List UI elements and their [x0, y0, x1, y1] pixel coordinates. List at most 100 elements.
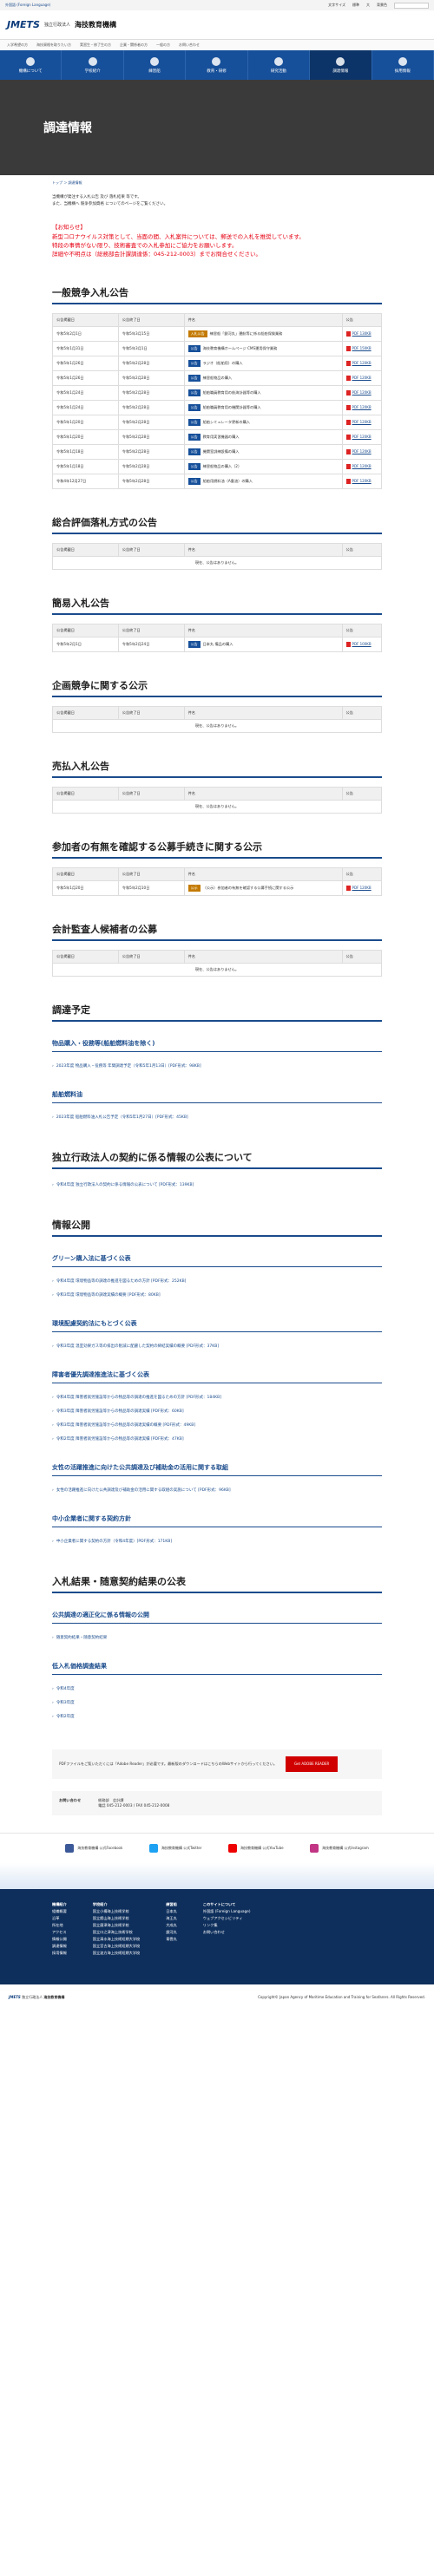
- footer-link[interactable]: 国立清水海上技術短期大学校: [93, 1936, 140, 1943]
- footer-link[interactable]: 海王丸: [166, 1915, 177, 1922]
- footer-link[interactable]: 国立唐津海上技術学校: [93, 1922, 140, 1929]
- footer-logo[interactable]: JMETS 独立行政法人 海技教育機構: [9, 1995, 64, 2000]
- pdf-link[interactable]: PDF 130KB: [345, 330, 372, 337]
- handicap-link[interactable]: › 令和3年度 障害者就労施設等からの物品等の調達実績 [PDF形式：60KB]: [52, 1404, 382, 1418]
- footer-link[interactable]: 調達情報: [52, 1943, 67, 1950]
- nav-item-education[interactable]: 教育・研修: [186, 50, 248, 80]
- row-name[interactable]: 船舶用燃料油（A重油）の購入: [203, 479, 253, 483]
- pdf-link[interactable]: PDF 120KB: [345, 360, 372, 366]
- row-name[interactable]: 船舶職員教育用の航海計器等の購入: [203, 390, 261, 395]
- foreign-language-link[interactable]: 外国語 (Foreign Language): [5, 3, 50, 8]
- footer-link[interactable]: アクセス: [52, 1929, 67, 1936]
- footer-link[interactable]: 青雲丸: [166, 1936, 177, 1943]
- nav-item-ships[interactable]: 練習船: [124, 50, 187, 80]
- audience-link[interactable]: 海技資格を取りたい方: [36, 42, 71, 48]
- footer-link[interactable]: 所在地: [52, 1922, 67, 1929]
- footer-link[interactable]: 国立宮古海上技術短期大学校: [93, 1943, 140, 1950]
- nav-item-procurement[interactable]: 調達情報: [310, 50, 372, 80]
- row-name[interactable]: （公示）参加者の有無を確認する公募手続に関する公示: [203, 886, 294, 890]
- footer-heading[interactable]: 機構紹介: [52, 1901, 67, 1908]
- pdf-link[interactable]: PDF 120KB: [345, 885, 372, 891]
- footer-link[interactable]: リンク集: [203, 1922, 251, 1929]
- adobe-notice: PDFファイルをご覧いただくには「Adobe Reader」が必要です。最新版の…: [52, 1749, 382, 1779]
- audience-link[interactable]: お問い合わせ: [179, 42, 200, 48]
- audience-link[interactable]: 一般の方: [156, 42, 170, 48]
- disclosure-link[interactable]: › 令和4年度 独立行政法人の契約に係る情報の公表について [PDF形式：139K…: [52, 1178, 382, 1192]
- youtube-link[interactable]: 海技教育機構 公式YouTube: [228, 1843, 284, 1853]
- nav-item-schools[interactable]: 学校紹介: [62, 50, 124, 80]
- row-title: 入札公告 練習船「銀河丸」運航等に係る船舶保険業務: [183, 325, 343, 342]
- footer-link[interactable]: 国立館山海上技術学校: [93, 1915, 140, 1922]
- row-file: PDF 120KB: [341, 414, 383, 430]
- row-name[interactable]: 練習船「銀河丸」運航等に係る船舶保険業務: [210, 331, 283, 336]
- row-name[interactable]: 海技教育機構ホームページ CMS運用保守業務: [203, 346, 278, 350]
- pdf-link[interactable]: PDF 120KB: [345, 404, 372, 410]
- pdf-link[interactable]: PDF 120KB: [345, 375, 372, 381]
- pdf-link[interactable]: PDF 120KB: [345, 434, 372, 440]
- row-name[interactable]: 機関室訓練設備の購入: [203, 449, 240, 454]
- footer-link[interactable]: 情報公開: [52, 1936, 67, 1943]
- footer-link[interactable]: ウェブアクセシビリティ: [203, 1915, 251, 1922]
- pdf-link[interactable]: PDF 120KB: [345, 448, 372, 454]
- pdf-link[interactable]: PDF 120KB: [345, 463, 372, 469]
- row-name[interactable]: 船舶シミュレータ更新の購入: [203, 420, 250, 424]
- text-size-standard[interactable]: 標準: [352, 3, 359, 8]
- footer-heading[interactable]: このサイトについて: [203, 1901, 251, 1908]
- facebook-link[interactable]: 海技教育機構 公式Facebook: [65, 1843, 122, 1853]
- footer-link[interactable]: 日本丸: [166, 1908, 177, 1915]
- pdf-link[interactable]: PDF 100KB: [345, 641, 372, 647]
- text-size-large[interactable]: 大: [366, 3, 370, 8]
- footer-link[interactable]: 国立波方海上技術短期大学校: [93, 1950, 140, 1957]
- footer-link[interactable]: 銀河丸: [166, 1929, 177, 1936]
- low-bid-link[interactable]: › 令和2年度: [52, 1710, 382, 1723]
- results-link[interactable]: › 随意契約結果・随意契約結果: [52, 1631, 382, 1644]
- footer-heading[interactable]: 練習船: [166, 1901, 177, 1908]
- breadcrumb[interactable]: トップ ＞ 調達情報: [52, 180, 382, 186]
- green-link[interactable]: › 令和3年度 環境物品等の調達実績の概要 [PDF形式：80KB]: [52, 1288, 382, 1302]
- row-name[interactable]: ラジオ（船舶用）の購入: [203, 361, 243, 365]
- row-name[interactable]: 教育用実習機器の購入: [203, 435, 240, 439]
- row-deadline: 令和5年2月28日: [117, 355, 185, 371]
- footer-heading[interactable]: 学校紹介: [93, 1901, 140, 1908]
- footer-link[interactable]: 大成丸: [166, 1922, 177, 1929]
- handicap-link[interactable]: › 令和4年度 障害者就労施設等からの物品等の調達の推進を図るための方針 [PDF…: [52, 1390, 382, 1404]
- nav-item-about[interactable]: 機構について: [0, 50, 62, 80]
- pdf-link[interactable]: PDF 150KB: [345, 345, 372, 351]
- row-name[interactable]: 日本丸 備品の購入: [203, 642, 233, 646]
- audience-link[interactable]: 企業・関係者の方: [120, 42, 148, 48]
- instagram-link[interactable]: 海技教育機構 公式Instagram: [310, 1843, 369, 1853]
- nav-item-research[interactable]: 研究活動: [248, 50, 311, 80]
- low-bid-link[interactable]: › 令和4年度: [52, 1682, 382, 1696]
- footer-link[interactable]: 沿革: [52, 1915, 67, 1922]
- footer-link[interactable]: 採用情報: [52, 1950, 67, 1957]
- sns-links: 海技教育機構 公式Facebook 海技教育機構 公式Twitter 海技教育機…: [0, 1832, 434, 1863]
- row-file: PDF 120KB: [341, 384, 383, 401]
- footer-link[interactable]: 国立小樽海上技術学校: [93, 1908, 140, 1915]
- row-name[interactable]: 練習船物品の購入: [203, 376, 233, 380]
- env-link[interactable]: › 令和3年度 温室効果ガス等の排出の削減に配慮した契約の締結実績の概要 [PDF…: [52, 1339, 382, 1353]
- adobe-reader-button[interactable]: Get ADOBE READER: [286, 1755, 339, 1772]
- audience-link[interactable]: 入学希望の方: [7, 42, 28, 48]
- pdf-link[interactable]: PDF 120KB: [345, 389, 372, 396]
- women-link[interactable]: › 女性の活躍推進に向けた公共調達及び補助金の活用に関する取組の実施について [P…: [52, 1483, 382, 1497]
- pdf-link[interactable]: PDF 120KB: [345, 419, 372, 425]
- row-name[interactable]: 船舶職員教育用の機関計器等の購入: [203, 405, 261, 409]
- plan-goods-link[interactable]: › 2023年度 物品購入・役務等 年間調達予定（令和5年1月13日）[PDF形式…: [52, 1059, 382, 1073]
- twitter-link[interactable]: 海技教育機構 公式Twitter: [148, 1843, 202, 1853]
- site-logo[interactable]: JMETS 独立行政法人 海技教育機構: [7, 19, 116, 30]
- row-name[interactable]: 練習船物品の購入（2）: [203, 464, 242, 468]
- small-business-link[interactable]: › 中小企業者に関する契約の方針（令和4年度）[PDF形式：171KB]: [52, 1534, 382, 1548]
- footer-link[interactable]: 国立口之津海上技術学校: [93, 1929, 140, 1936]
- handicap-link[interactable]: › 令和2年度 障害者就労施設等からの物品等の調達実績 [PDF形式：47KB]: [52, 1432, 382, 1446]
- plan-fuel-link[interactable]: › 2023年度 船舶燃料油入札公告予定（令和5年1月27日）[PDF形式：45K…: [52, 1110, 382, 1124]
- search-input[interactable]: [394, 2, 429, 9]
- footer-link[interactable]: お問い合わせ: [203, 1929, 251, 1936]
- audience-link[interactable]: 実習生・修了生の方: [80, 42, 111, 48]
- footer-link[interactable]: 組織概要: [52, 1908, 67, 1915]
- green-link[interactable]: › 令和4年度 環境物品等の調達の推進を図るための方針 [PDF形式：252KB]: [52, 1274, 382, 1288]
- pdf-link[interactable]: PDF 120KB: [345, 478, 372, 484]
- nav-item-recruit[interactable]: 採用情報: [372, 50, 434, 80]
- footer-link[interactable]: 外国語 (Foreign Language): [203, 1908, 251, 1915]
- low-bid-link[interactable]: › 令和3年度: [52, 1696, 382, 1710]
- handicap-link[interactable]: › 令和3年度 障害者就労施設等からの物品等の調達実績の概要 [PDF形式：49K…: [52, 1418, 382, 1432]
